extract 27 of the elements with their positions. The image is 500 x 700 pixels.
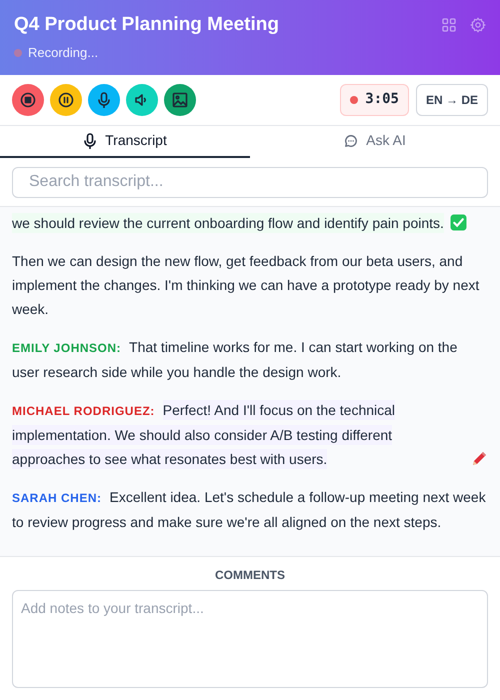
transcript-entry: SARAH CHEN: Excellent idea. Let's schedule a follow-up meeting next week to review progress and make sure we're all aligned on the next steps. xyxy=(12,488,487,532)
recording-status: Recording... xyxy=(28,44,98,62)
chat-bubble-icon xyxy=(344,134,358,148)
checkmark-icon xyxy=(450,214,467,231)
meeting-title: Q4 Product Planning Meeting xyxy=(14,13,279,37)
pause-icon xyxy=(58,92,74,108)
comments-field[interactable]: Add notes to your transcript... xyxy=(12,590,488,688)
tab[interactable]: Ask AI xyxy=(250,126,500,158)
timer-text: 3:05 xyxy=(365,90,399,109)
search-field[interactable]: Search transcript... xyxy=(12,166,488,198)
stop-button[interactable] xyxy=(12,84,44,116)
mic-button[interactable] xyxy=(88,84,120,116)
comments-heading: COMMENTS xyxy=(214,567,286,584)
speaker-button[interactable] xyxy=(126,84,158,116)
transcript-entry: MICHAEL RODRIGUEZ: Perfect! And I'll focus on the technical implementation. We should also consider A/B testing different approaches to see what resonates best with users. xyxy=(12,398,396,470)
pencil-icon xyxy=(470,450,488,468)
stop-icon xyxy=(20,92,36,108)
tab[interactable]: Transcript xyxy=(0,126,250,158)
image-button[interactable] xyxy=(164,84,196,116)
pause-button[interactable] xyxy=(50,84,82,116)
transcript-entry: we should review the current onboarding flow and identify pain points. xyxy=(12,212,444,234)
microphone-icon xyxy=(97,92,111,108)
microphone-icon xyxy=(83,132,98,148)
transcript-entry: Then we can design the new flow, get feedback from our beta users, and implement the changes. I'm thinking we can have a prototype ready by next week. xyxy=(12,252,480,318)
language-button[interactable]: EN → DE xyxy=(416,84,488,116)
transcript-entry: EMILY JOHNSON: That timeline works for me. I can start working on the user research side while you handle the design work. xyxy=(12,338,458,382)
image-icon xyxy=(172,92,188,108)
